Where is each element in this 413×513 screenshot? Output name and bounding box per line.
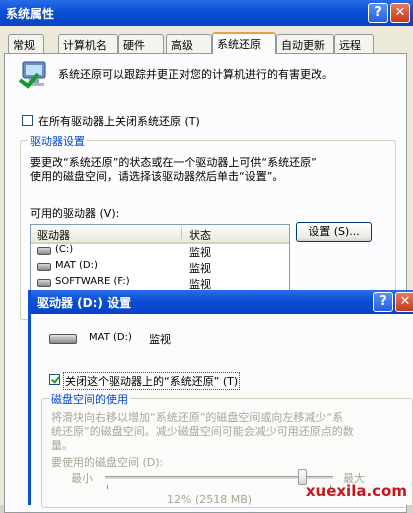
system-properties-window: 系统属性 ? ✕ 常规 计算机名 硬件 高级 系统还原 自动更新 远程 系统还原… (0, 0, 413, 513)
disable-all-checkbox[interactable] (22, 115, 33, 126)
disable-all-label[interactable]: 在所有驱动器上关闭系统还原 (T) (38, 113, 200, 129)
column-separator[interactable] (181, 227, 182, 239)
hard-drive-icon (37, 247, 51, 255)
disk-usage-title: 磁盘空间的使用 (49, 391, 130, 407)
window-title: 系统属性 (6, 7, 55, 21)
system-restore-icon (18, 61, 46, 89)
tab-advanced[interactable]: 高级 (166, 34, 212, 53)
dialog-drive-name: MAT (D:) (89, 332, 132, 343)
drive-row[interactable]: MAT (D:) 监视 (31, 260, 289, 275)
dialog-help-button[interactable]: ? (373, 292, 393, 312)
disk-space-slider[interactable] (105, 466, 333, 490)
drive-name: (C:) (55, 244, 74, 255)
close-button[interactable]: ✕ (390, 3, 410, 23)
drive-row[interactable]: SOFTWARE (F:) 监视 (31, 276, 289, 291)
drive-status: 监视 (189, 262, 211, 275)
dialog-body: MAT (D:) 监视 关闭这个驱动器上的“系统还原” (T) 磁盘空间的使用 … (31, 314, 413, 508)
window-titlebar[interactable]: 系统属性 ? ✕ (0, 0, 413, 26)
description-text: 系统还原可以跟踪并更正对您的计算机进行的有害更改。 (58, 68, 333, 81)
slider-tick (107, 485, 108, 489)
tab-automatic-updates[interactable]: 自动更新 (276, 34, 334, 53)
drive-settings-dialog: 驱动器 (D:) 设置 ? ✕ MAT (D:) 监视 关闭这个驱动器上的“系统… (28, 290, 413, 508)
tab-general[interactable]: 常规 (8, 34, 44, 53)
watermark: xuexila.com (305, 482, 407, 500)
slider-min-label: 最小 (71, 472, 93, 485)
drive-status: 监视 (189, 246, 211, 259)
disable-drive-label[interactable]: 关闭这个驱动器上的“系统还原” (T) (63, 372, 241, 390)
dialog-drive-status: 监视 (149, 333, 171, 346)
settings-button[interactable]: 设置 (S)... (296, 222, 372, 242)
drive-row[interactable]: (C:) 监视 (31, 244, 289, 259)
column-status[interactable]: 状态 (189, 227, 211, 243)
tab-computer-name[interactable]: 计算机名 (58, 34, 118, 53)
disk-usage-text-2: 统还原”的磁盘空间。减少磁盘空间可能会减少可用还原点的数 (51, 425, 354, 438)
hard-drive-icon (37, 279, 51, 287)
column-drive[interactable]: 驱动器 (37, 227, 70, 243)
drive-settings-text-2: 使用的磁盘空间，请选择该驱动器然后单击“设置”。 (30, 170, 284, 183)
help-button[interactable]: ? (368, 3, 388, 23)
drive-name: MAT (D:) (55, 260, 98, 271)
dialog-title: 驱动器 (D:) 设置 (37, 296, 132, 310)
tab-hardware[interactable]: 硬件 (118, 34, 164, 53)
disable-drive-checkbox[interactable] (49, 374, 60, 385)
tab-system-restore[interactable]: 系统还原 (212, 32, 276, 54)
available-drives-label: 可用的驱动器 (V): (30, 207, 120, 220)
dialog-close-button[interactable]: ✕ (395, 292, 413, 312)
drives-list-header: 驱动器 状态 (31, 225, 289, 244)
hard-drive-icon (37, 263, 51, 271)
tab-remote[interactable]: 远程 (334, 34, 374, 53)
hard-drive-icon (49, 334, 77, 344)
disk-usage-text-3: 量。 (51, 439, 73, 452)
usage-readout: 12% (2518 MB) (167, 493, 253, 506)
dialog-titlebar[interactable]: 驱动器 (D:) 设置 ? ✕ (31, 290, 413, 314)
drive-settings-title: 驱动器设置 (28, 133, 87, 149)
drive-name: SOFTWARE (F:) (55, 276, 130, 287)
